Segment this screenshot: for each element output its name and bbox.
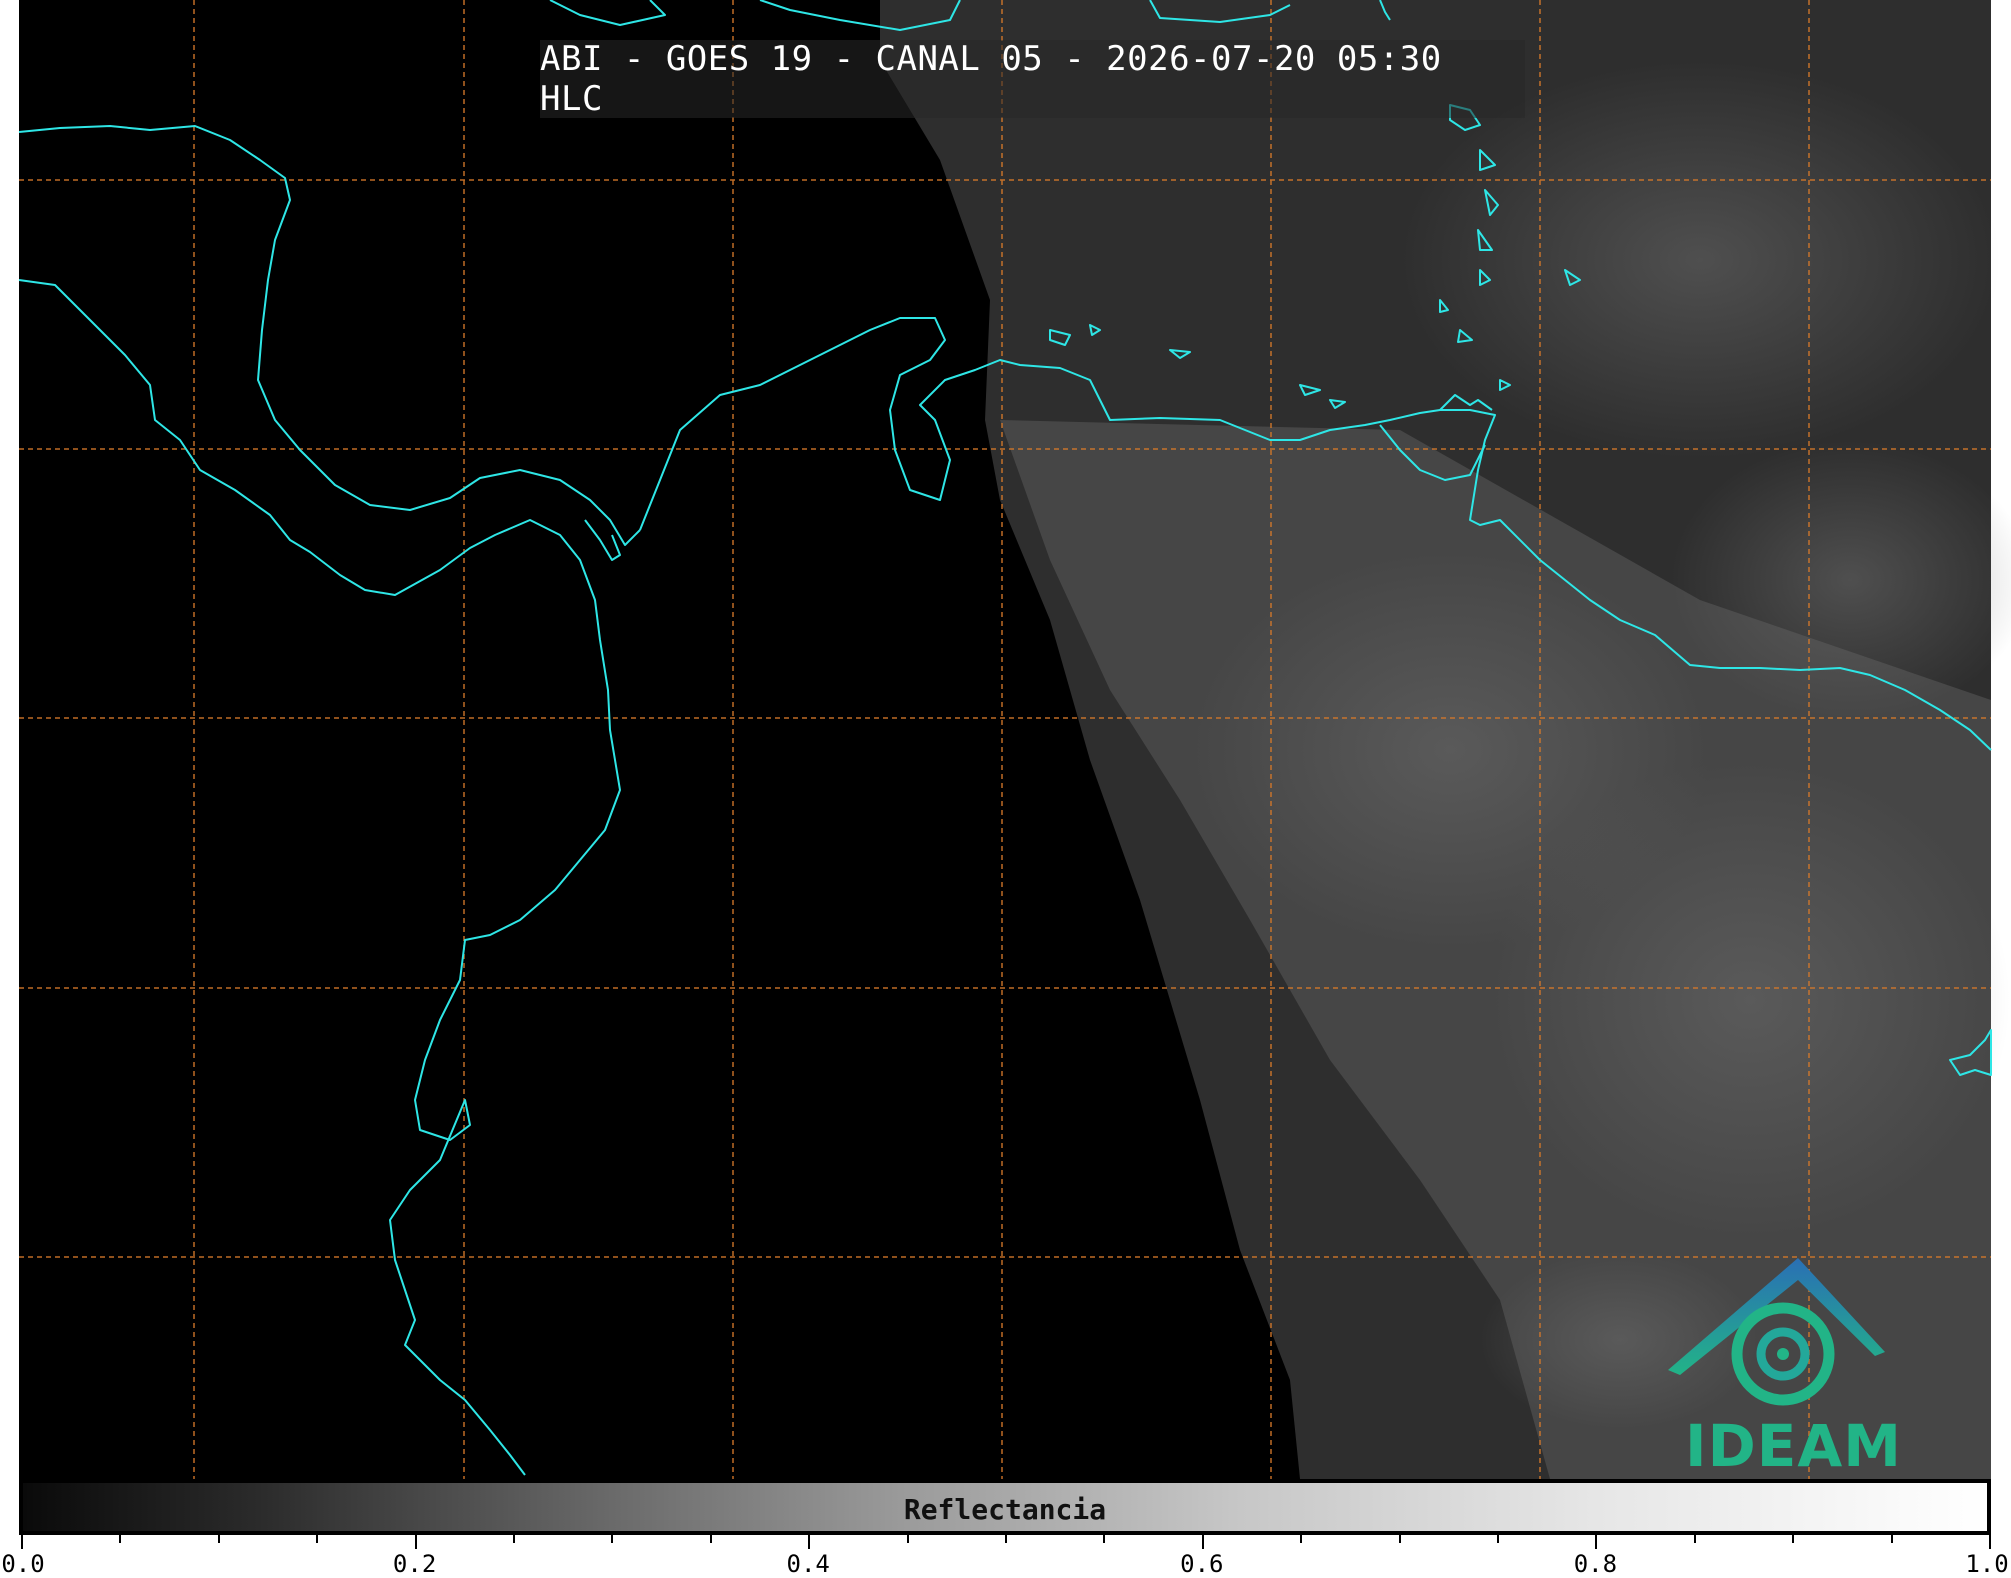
colorbar-minor-tick (611, 1535, 614, 1543)
satellite-map (18, 0, 2011, 1479)
colorbar-major-tick (1201, 1535, 1204, 1549)
colorbar-minor-tick (1497, 1535, 1499, 1543)
ideam-logo-text: IDEAM (1685, 1412, 1902, 1480)
colorbar-tick-label: 0.4 (786, 1550, 830, 1578)
colorbar-label: Reflectancia (903, 1493, 1107, 1526)
colorbar-major-tick (21, 1535, 23, 1549)
colorbar-tick-label: 0.0 (1, 1550, 45, 1578)
colorbar-tick-label: 1.0 (1965, 1550, 2009, 1578)
cloud-cluster (1490, 760, 2010, 1240)
colorbar-major-tick (1989, 1535, 1991, 1549)
colorbar-major-tick (414, 1535, 417, 1549)
colorbar-minor-tick (513, 1535, 515, 1543)
colorbar-minor-tick (1792, 1535, 1795, 1543)
colorbar-tick-label: 0.2 (392, 1550, 437, 1578)
colorbar-minor-tick (316, 1535, 319, 1543)
colorbar-minor-tick (1103, 1535, 1106, 1543)
colorbar-major-tick (808, 1535, 811, 1549)
map-title: ABI - GOES 19 - CANAL 05 - 2026-07-20 05… (540, 39, 1525, 119)
colorbar-minor-tick (217, 1535, 220, 1543)
colorbar-tick-label: 0.8 (1573, 1550, 1618, 1578)
colorbar: Reflectancia (19, 1479, 1991, 1535)
colorbar-minor-tick (1890, 1535, 1893, 1543)
colorbar-minor-tick (119, 1535, 122, 1543)
colorbar-minor-tick (709, 1535, 712, 1543)
colorbar-major-tick (1595, 1535, 1598, 1549)
colorbar-tick-label: 0.6 (1180, 1550, 1224, 1578)
colorbar-minor-tick (906, 1535, 909, 1543)
colorbar-minor-tick (1693, 1535, 1696, 1543)
colorbar-minor-tick (1005, 1535, 1007, 1543)
cloud-cluster (1400, 60, 2000, 460)
colorbar-minor-tick (1398, 1535, 1401, 1543)
colorbar-minor-tick (1300, 1535, 1303, 1543)
